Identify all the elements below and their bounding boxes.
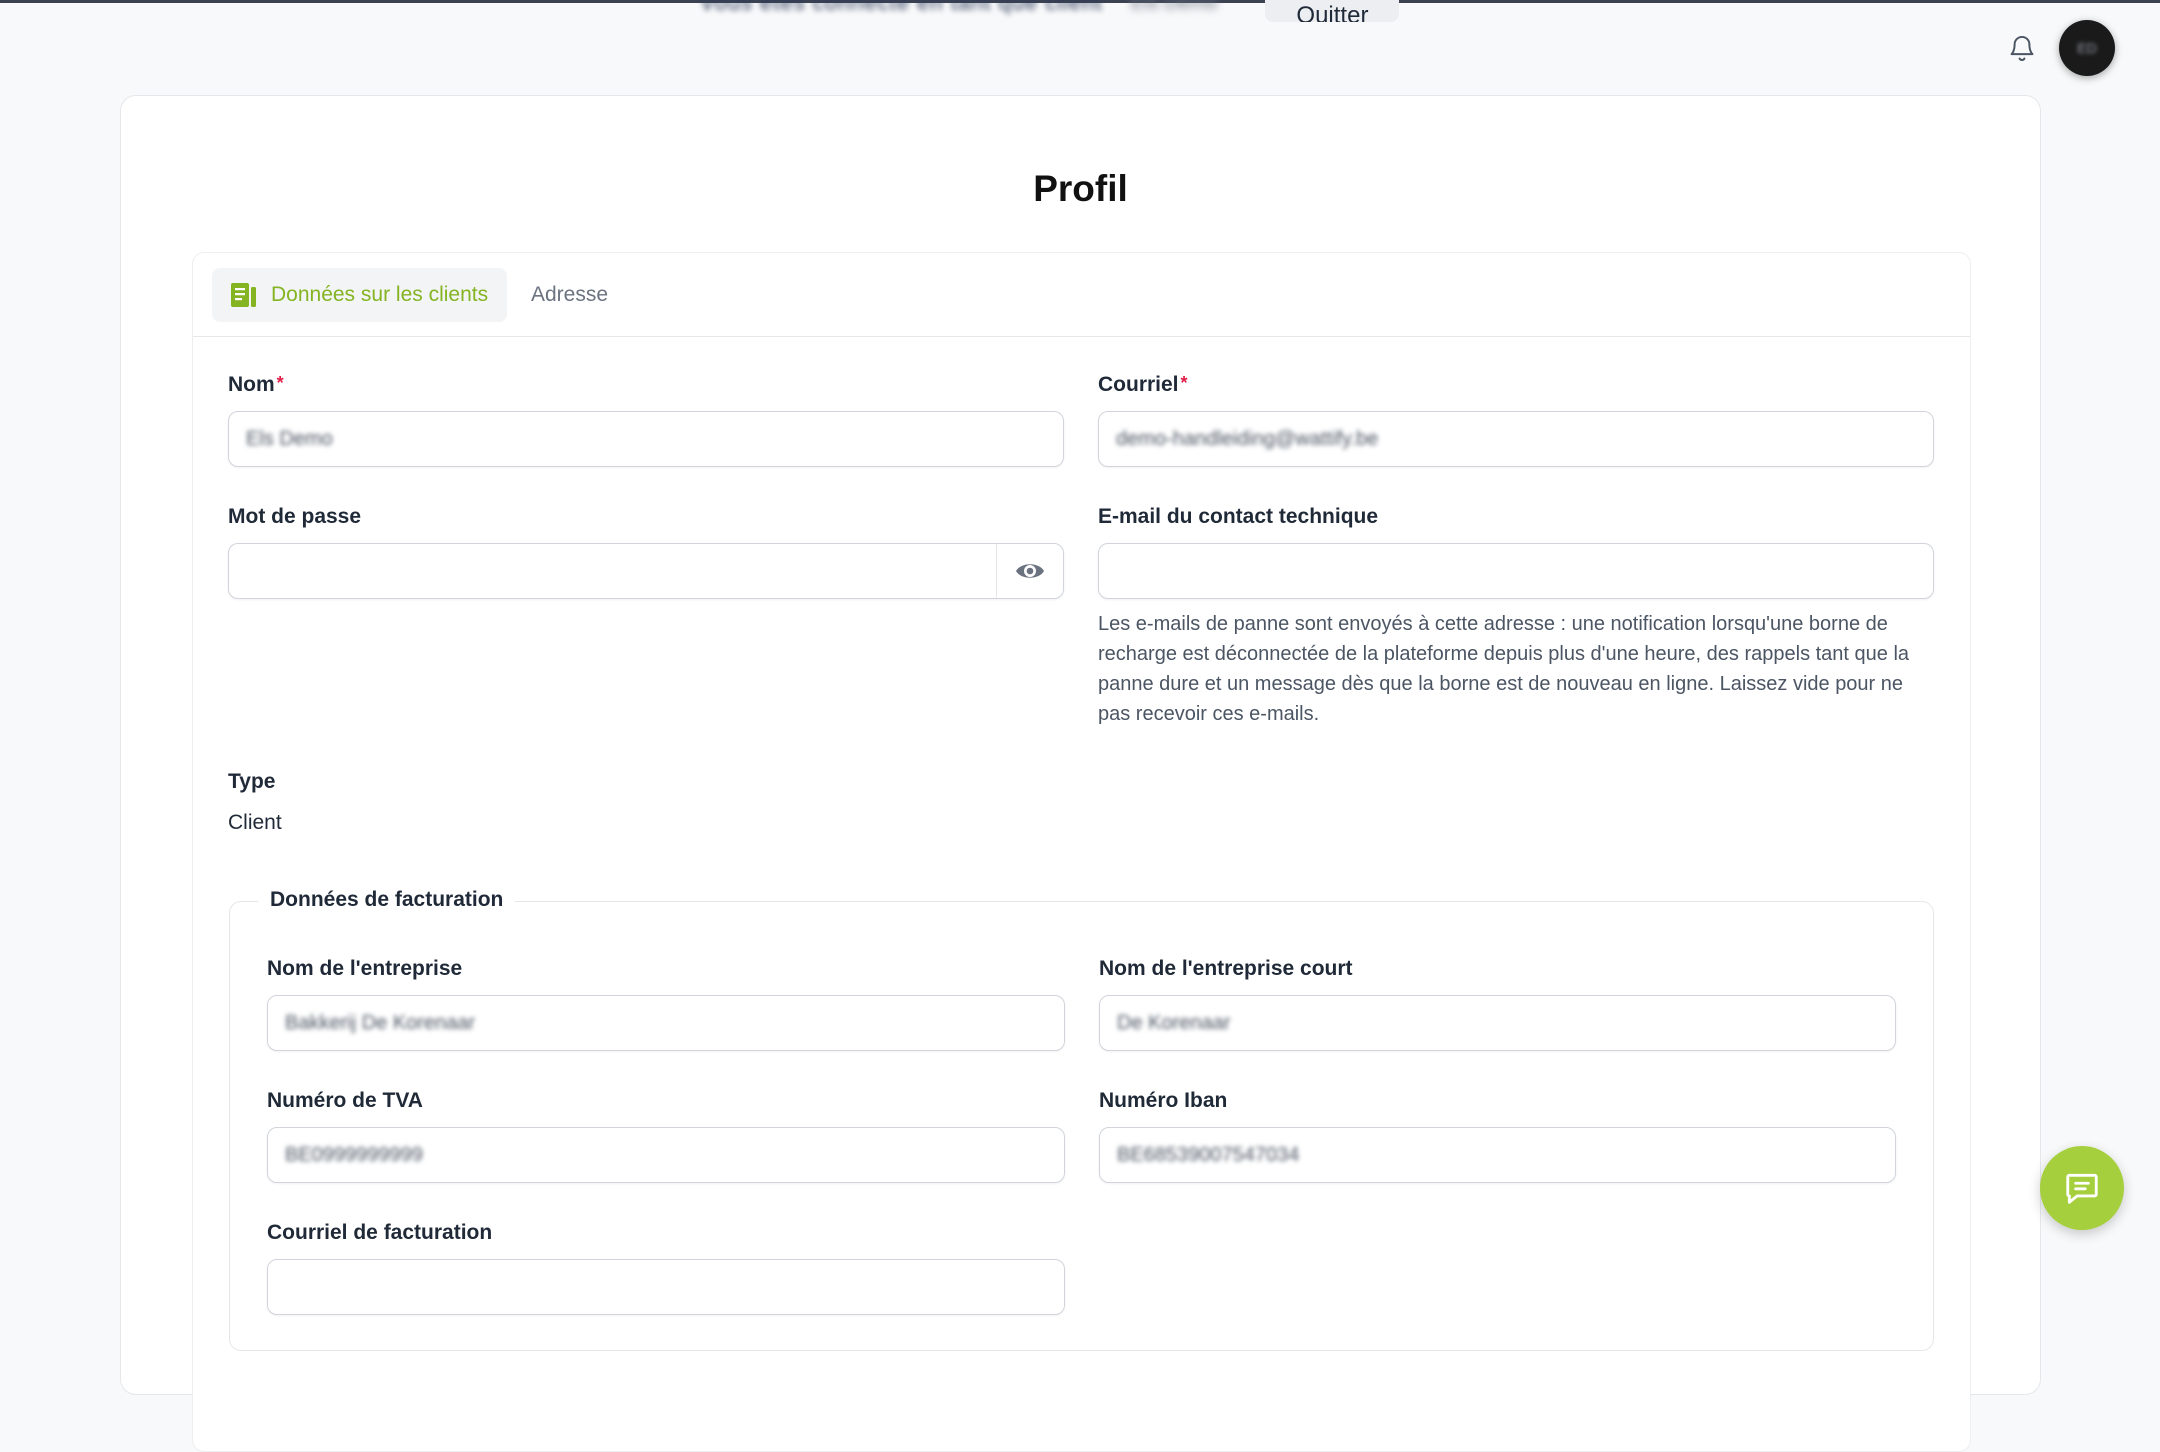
- type-label: Type: [228, 770, 276, 793]
- password-input[interactable]: [228, 543, 1064, 599]
- billing-email-label: Courriel de facturation: [267, 1221, 493, 1244]
- tech-email-help-text: Les e-mails de panne sont envoyés à cett…: [1098, 613, 1910, 725]
- impersonation-name: Els Demo: [1130, 0, 1218, 14]
- tab-bar: Données sur les clients Adresse: [193, 253, 1970, 337]
- name-input-value: Els Demo: [246, 427, 333, 450]
- vat-number-input-value: BE0999999999: [285, 1143, 423, 1166]
- tab-address-label: Adresse: [531, 283, 609, 306]
- quit-button[interactable]: Quitter: [1265, 0, 1400, 23]
- name-label: Nom *: [228, 373, 284, 397]
- company-name-label: Nom de l'entreprise: [267, 957, 463, 980]
- tab-client-data[interactable]: Données sur les clients: [212, 268, 507, 322]
- quit-button-label: Quitter: [1296, 2, 1369, 23]
- iban-input[interactable]: BE68539007547034: [1099, 1127, 1896, 1183]
- email-label-text: Courriel: [1098, 373, 1179, 396]
- email-label: Courriel *: [1098, 373, 1188, 397]
- chat-button[interactable]: [2040, 1146, 2124, 1230]
- tab-address[interactable]: Adresse: [531, 268, 608, 322]
- name-input[interactable]: Els Demo: [228, 411, 1064, 467]
- vat-number-input[interactable]: BE0999999999: [267, 1127, 1065, 1183]
- company-name-input-value: Bakkerij De Korenaar: [285, 1011, 476, 1034]
- avatar-initials: ED: [2077, 40, 2097, 56]
- tech-email-label: E-mail du contact technique: [1098, 505, 1379, 528]
- company-name-input[interactable]: Bakkerij De Korenaar: [267, 995, 1065, 1051]
- show-password-button[interactable]: [996, 544, 1063, 598]
- user-avatar[interactable]: ED: [2059, 20, 2115, 76]
- company-short-name-input[interactable]: De Korenaar: [1099, 995, 1896, 1051]
- impersonation-text: Vous êtes connecté en tant que client: [700, 0, 1103, 15]
- vat-number-label: Numéro de TVA: [267, 1089, 423, 1112]
- impersonation-banner: Vous êtes connecté en tant que client El…: [700, 0, 1460, 22]
- iban-label: Numéro Iban: [1099, 1089, 1228, 1112]
- billing-fieldset: Données de facturation Nom de l'entrepri…: [229, 888, 1934, 1351]
- billing-email-input[interactable]: [267, 1259, 1065, 1315]
- profile-form-panel: Données sur les clients Adresse Nom * Els…: [192, 252, 1971, 1452]
- type-value: Client: [228, 811, 282, 834]
- billing-legend: Données de facturation: [258, 888, 516, 912]
- required-marker: *: [1180, 373, 1188, 393]
- email-input-value: demo-handleiding@wattify.be: [1116, 427, 1379, 450]
- tech-email-input[interactable]: [1098, 543, 1934, 599]
- profile-card: Profil Données sur les clients Adresse N…: [120, 95, 2041, 1452]
- password-label: Mot de passe: [228, 505, 362, 528]
- company-short-name-label: Nom de l'entreprise court: [1099, 957, 1353, 980]
- tab-client-data-label: Données sur les clients: [271, 283, 489, 306]
- notifications-bell-icon[interactable]: [2004, 30, 2040, 66]
- document-icon: [231, 283, 256, 307]
- company-short-name-input-value: De Korenaar: [1117, 1011, 1231, 1034]
- iban-input-value: BE68539007547034: [1117, 1143, 1300, 1166]
- chat-bubble-icon: [2066, 1173, 2098, 1204]
- page-title: Profil: [1033, 168, 1128, 209]
- eye-icon: [1016, 564, 1044, 578]
- required-marker: *: [276, 373, 284, 393]
- email-input[interactable]: demo-handleiding@wattify.be: [1098, 411, 1934, 467]
- name-label-text: Nom: [228, 373, 275, 396]
